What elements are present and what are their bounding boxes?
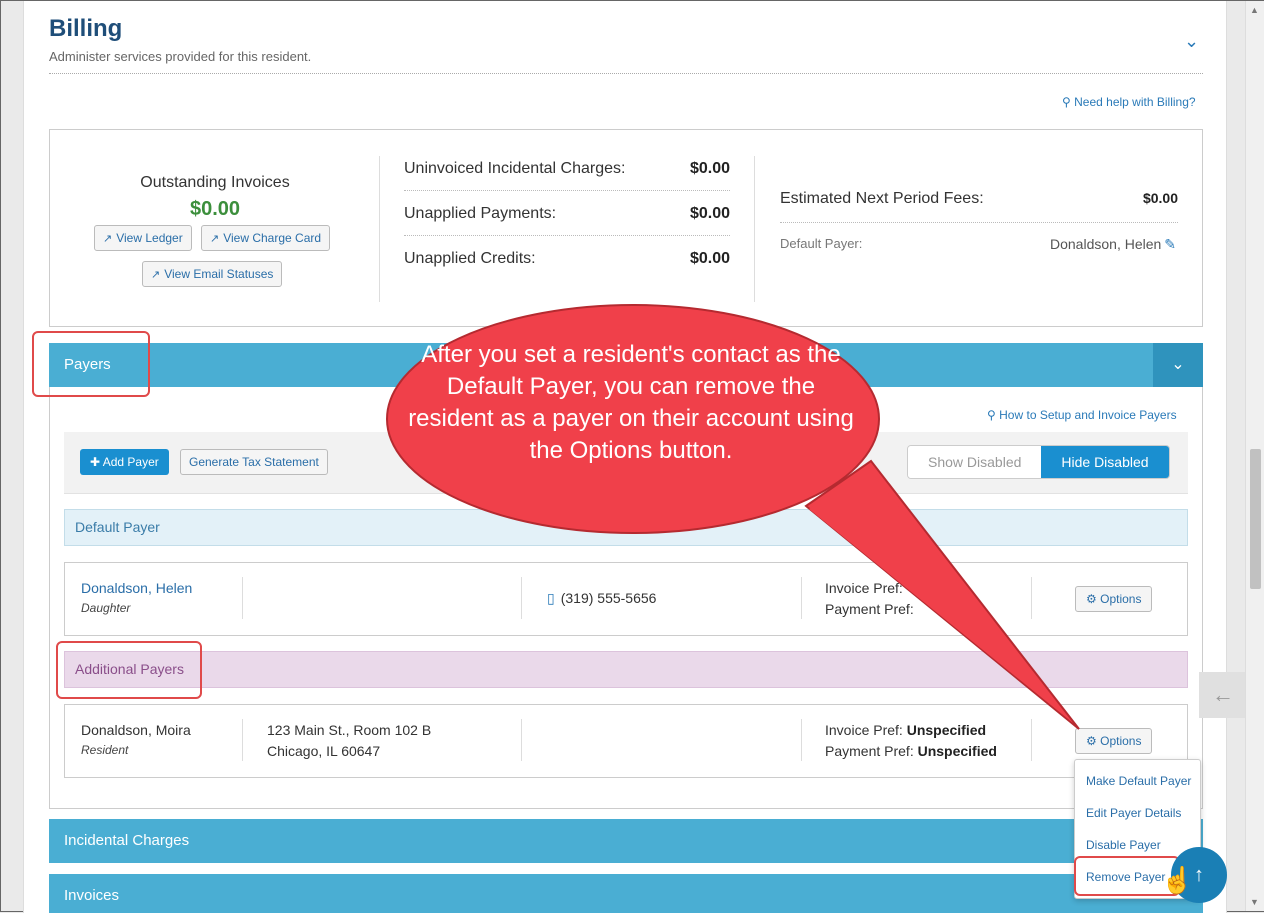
- callout-pointer-fill: [809, 467, 1073, 723]
- hand-cursor-icon: ☝: [1161, 865, 1194, 895]
- scroll-down-icon[interactable]: ▼: [1250, 897, 1259, 907]
- back-arrow-icon[interactable]: ←: [1199, 672, 1247, 718]
- callout-text: After you set a resident's contact as th…: [408, 341, 854, 464]
- vertical-scrollbar[interactable]: ▲ ▼: [1245, 1, 1264, 911]
- scrollbar-thumb[interactable]: [1250, 449, 1261, 589]
- scroll-up-icon[interactable]: ▲: [1250, 5, 1259, 15]
